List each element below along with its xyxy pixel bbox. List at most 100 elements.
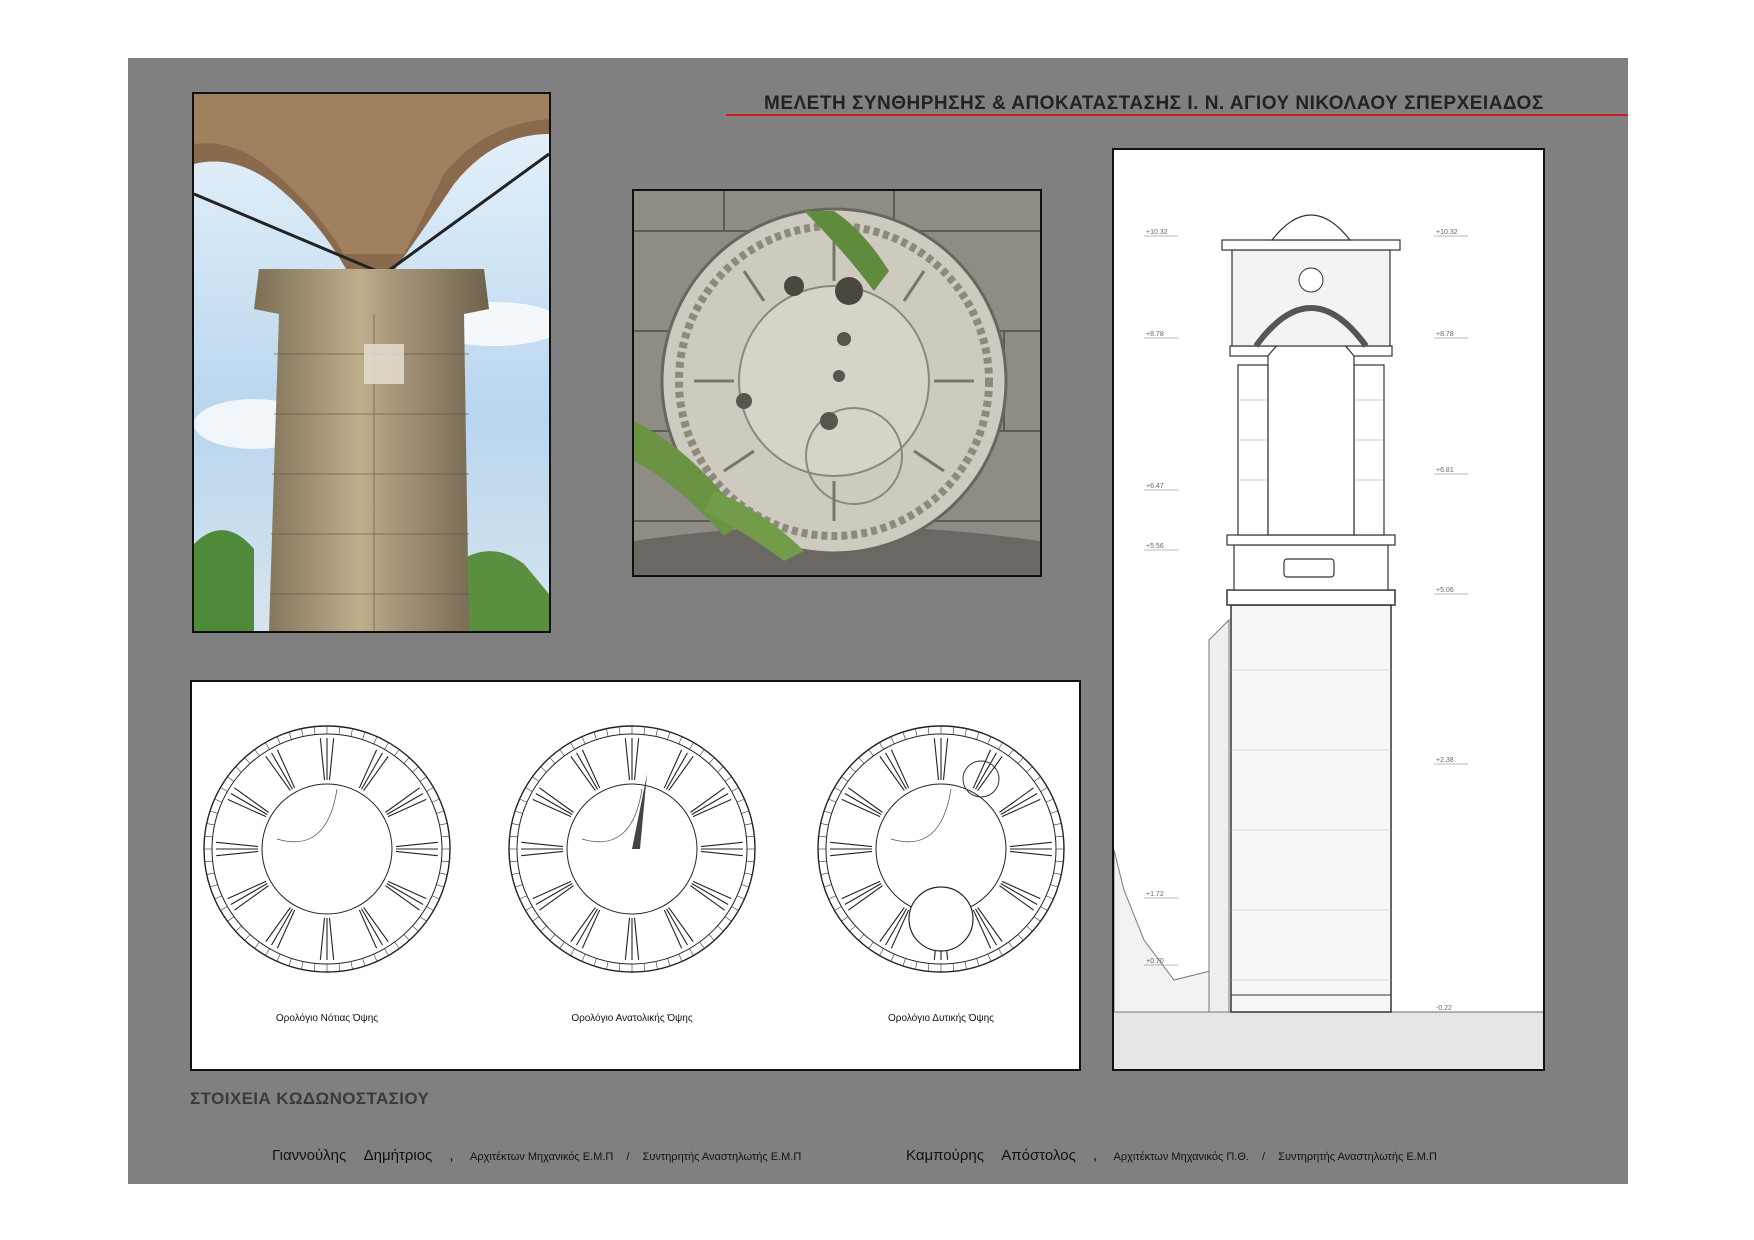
elevation-label-right: +10.32 — [1436, 229, 1458, 236]
clock-minute-tick — [834, 906, 842, 911]
elevation-label-right: +8.78 — [1436, 331, 1454, 338]
clock-photo-image — [634, 191, 1040, 575]
clock-hour-numeral — [830, 850, 873, 857]
clock-minute-tick — [849, 925, 856, 932]
elevation-label-left: +10.32 — [1146, 229, 1168, 236]
clock-caption-south: Ορολόγιο Νότιας Όψης — [275, 1013, 379, 1024]
clock-hour-numeral — [841, 798, 881, 818]
clock-minute-tick — [708, 934, 715, 941]
clock-minute-tick — [744, 872, 753, 875]
elevation-label-left: +5.56 — [1146, 543, 1164, 550]
clock-minute-tick — [1033, 776, 1041, 782]
clock-hour-numeral — [361, 908, 383, 946]
clock-hour-numeral — [975, 908, 997, 946]
clock-hour-numeral — [216, 841, 259, 848]
clock-hour-numeral — [539, 885, 574, 911]
clock-hour-numeral — [830, 841, 873, 848]
clock-minute-tick — [823, 884, 832, 888]
clock-hour-numeral — [692, 880, 732, 900]
clock-hour-numeral — [972, 909, 992, 949]
clock-hour-numeral — [700, 841, 743, 848]
clock-hour-numeral — [387, 880, 427, 900]
clock-minute-tick — [643, 963, 646, 972]
clock-hour-numeral — [1001, 798, 1041, 818]
clock-minute-tick — [998, 742, 1003, 750]
clock-minute-tick — [214, 895, 223, 900]
author-name: Γιαννούλης Δημήτριος — [272, 1147, 433, 1164]
clock-hour-numeral — [576, 908, 598, 946]
clock-minute-tick — [868, 941, 874, 949]
clock-hour-numeral — [999, 787, 1034, 813]
clock-minute-tick — [902, 731, 906, 740]
clock-minute-tick — [301, 961, 304, 970]
clock-drawings — [203, 725, 1065, 973]
clock-minute-tick — [227, 916, 235, 922]
clock-hour-numeral — [227, 798, 267, 818]
clock-minute-tick — [514, 884, 523, 888]
clock-hour-numeral — [690, 787, 725, 813]
clock-hour-numeral — [633, 917, 640, 960]
clock-minute-tick — [206, 872, 215, 875]
clock-minute-tick — [667, 731, 671, 740]
clock-minute-tick — [849, 766, 856, 773]
clock-minute-tick — [403, 757, 410, 764]
clock-minute-tick — [964, 961, 967, 970]
clock-hour-numeral — [890, 749, 910, 789]
clock-hour-numeral — [885, 752, 907, 790]
clock-minute-tick — [509, 835, 518, 838]
clock-minute-tick — [915, 728, 918, 737]
clock-hour-numeral — [844, 883, 882, 905]
clock-hour-numeral — [319, 917, 326, 960]
clock-minute-tick — [828, 798, 837, 803]
clock-minute-tick — [1033, 916, 1041, 922]
clock-minute-tick — [570, 948, 575, 956]
clock-minute-tick — [227, 776, 235, 782]
clock-minute-tick — [1050, 884, 1059, 888]
clock-minute-tick — [1040, 906, 1048, 911]
clock-hour-numeral — [581, 909, 601, 949]
clock-minute-tick — [204, 835, 213, 838]
clock-hour-numeral — [363, 756, 389, 791]
clock-minute-tick — [288, 731, 292, 740]
clock-minute-tick — [618, 963, 621, 972]
clock-minute-tick — [976, 958, 980, 967]
clock-hour-numeral — [363, 907, 389, 942]
clock-hour-numeral — [358, 749, 378, 789]
clock-minute-tick — [1040, 787, 1048, 792]
clock-hour-numeral — [848, 787, 883, 813]
clock-minute-tick — [964, 728, 967, 737]
clock-hour-numeral — [1009, 850, 1052, 857]
author-role: Συντηρητής Αναστηλωτής Ε.Μ.Π — [1278, 1151, 1437, 1163]
clock-minute-tick — [209, 884, 218, 888]
clock-minute-tick — [431, 798, 440, 803]
clock-caption-east: Ορολόγιο Ανατολικής Όψης — [571, 1013, 693, 1024]
clock-minute-tick — [441, 860, 450, 863]
clock-minute-tick — [741, 810, 750, 814]
clock-minute-tick — [708, 757, 715, 764]
role-separator: / — [1262, 1151, 1266, 1163]
clock-minute-tick — [689, 742, 694, 750]
clock-crack — [890, 788, 952, 843]
clock-hour-numeral — [624, 917, 631, 960]
clock-caption-west: Ορολόγιο Δυτικής Όψης — [888, 1013, 994, 1024]
clock-minute-tick — [1045, 895, 1054, 900]
clock-drawings-panel: Ορολόγιο Νότιας Όψης Ορολόγιο Ανατολικής… — [190, 680, 1081, 1071]
clock-crack — [276, 788, 338, 843]
clock-hour-numeral — [234, 885, 269, 911]
clock-hour-numeral — [539, 787, 574, 813]
bell-tower-pillar-photo — [192, 92, 551, 633]
clock-minute-tick — [276, 736, 281, 745]
clock-minute-tick — [313, 726, 316, 735]
clock-minute-tick — [655, 728, 658, 737]
clock-minute-tick — [511, 823, 520, 826]
clock-minute-tick — [643, 726, 646, 735]
clock-minute-tick — [350, 961, 353, 970]
clock-minute-tick — [976, 731, 980, 740]
clock-minute-tick — [736, 895, 745, 900]
clock-hour-numeral — [521, 841, 564, 848]
clock-minute-tick — [731, 906, 739, 911]
clock-hour-numeral — [933, 738, 940, 781]
clock-minute-tick — [559, 941, 565, 949]
clock-hour-numeral — [265, 907, 291, 942]
clock-minute-tick — [678, 736, 683, 745]
